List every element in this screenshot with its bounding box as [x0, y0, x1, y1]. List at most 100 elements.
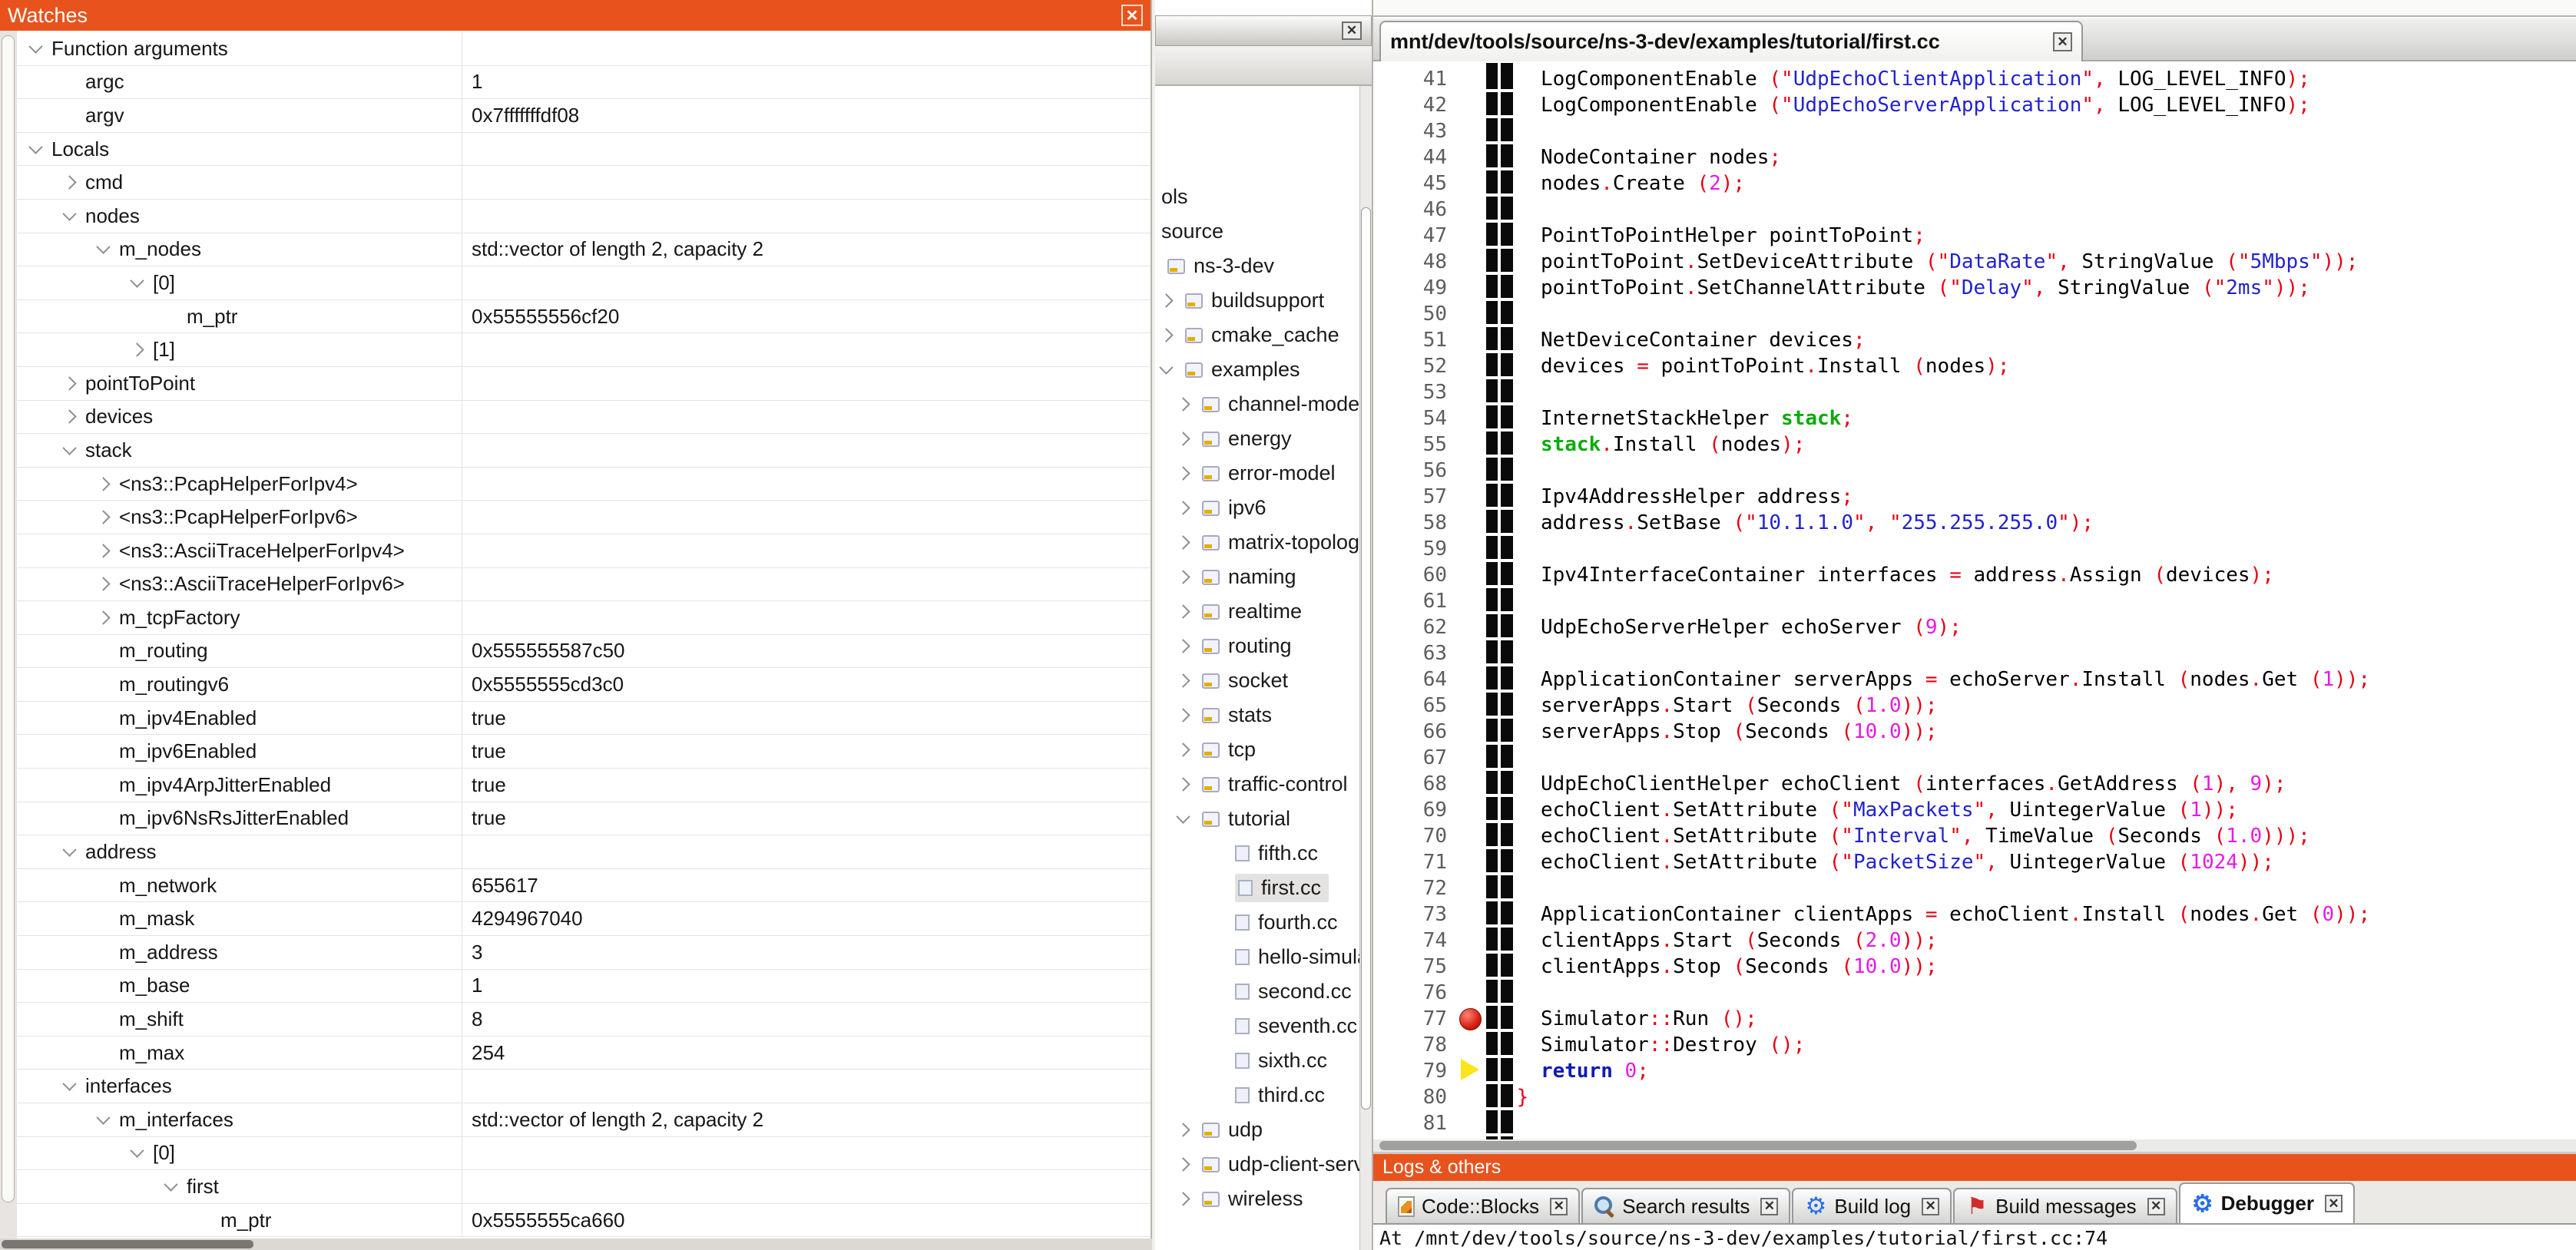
- watch-value[interactable]: true: [462, 802, 1151, 835]
- line-number[interactable]: 69: [1373, 797, 1459, 823]
- line-number[interactable]: 58: [1373, 510, 1459, 536]
- watch-row[interactable]: [0]: [17, 266, 1151, 300]
- watch-name-cell[interactable]: m_tcpFactory: [17, 601, 462, 634]
- tree-item-first-cc[interactable]: first.cc: [1155, 871, 1359, 905]
- code-line[interactable]: 66 serverApps.Stop (Seconds (10.0));: [1373, 719, 2576, 745]
- chevron-right-icon[interactable]: [1176, 639, 1190, 653]
- watch-value[interactable]: [462, 468, 1151, 501]
- watch-name-cell[interactable]: m_ipv6Enabled: [17, 735, 462, 768]
- chevron-right-icon[interactable]: [96, 577, 110, 591]
- chevron-right-icon[interactable]: [1176, 570, 1190, 584]
- watch-name-cell[interactable]: <ns3::AsciiTraceHelperForIpv6>: [17, 568, 462, 601]
- line-number[interactable]: 77: [1373, 1006, 1459, 1032]
- code-line[interactable]: 51 NetDeviceContainer devices;: [1373, 327, 2576, 353]
- watches-title-bar[interactable]: Watches ✕: [0, 0, 1151, 31]
- watch-name-cell[interactable]: cmd: [17, 166, 462, 199]
- watch-name-cell[interactable]: m_routing: [17, 635, 462, 668]
- editor-horizontal-scrollbar[interactable]: [1373, 1139, 2576, 1152]
- chevron-right-icon[interactable]: [62, 175, 76, 189]
- chevron-right-icon[interactable]: [1176, 777, 1190, 791]
- watch-name-cell[interactable]: [0]: [17, 266, 462, 299]
- line-number[interactable]: 62: [1373, 614, 1459, 640]
- code-line[interactable]: 41 LogComponentEnable ("UdpEchoClientApp…: [1373, 66, 2576, 92]
- watch-name-cell[interactable]: devices: [17, 401, 462, 434]
- watch-name-cell[interactable]: Locals: [17, 133, 462, 166]
- tree-item-ns-3-dev[interactable]: ns-3-dev: [1155, 249, 1359, 283]
- line-number[interactable]: 57: [1373, 484, 1459, 510]
- close-icon[interactable]: ✕: [1121, 5, 1143, 26]
- watch-value[interactable]: [462, 434, 1151, 467]
- line-number[interactable]: 54: [1373, 405, 1459, 432]
- chevron-right-icon[interactable]: [62, 410, 76, 424]
- chevron-down-icon[interactable]: [130, 273, 144, 287]
- code-line[interactable]: 50: [1373, 301, 2576, 327]
- code-line[interactable]: 59: [1373, 536, 2576, 562]
- watch-name-cell[interactable]: argv: [17, 99, 462, 132]
- editor-content[interactable]: 41 LogComponentEnable ("UdpEchoClientApp…: [1373, 63, 2576, 1139]
- line-number[interactable]: 74: [1373, 928, 1459, 954]
- scrollbar-thumb[interactable]: [1379, 1141, 2137, 1150]
- code-line[interactable]: 81: [1373, 1110, 2576, 1136]
- watch-value[interactable]: [462, 1137, 1151, 1170]
- watch-row[interactable]: m_interfacesstd::vector of length 2, cap…: [17, 1103, 1151, 1137]
- watch-value[interactable]: std::vector of length 2, capacity 2: [462, 1103, 1151, 1136]
- watch-value[interactable]: [462, 266, 1151, 299]
- tree-item-examples[interactable]: examples: [1155, 352, 1359, 387]
- line-number[interactable]: 43: [1373, 118, 1459, 144]
- line-number[interactable]: 51: [1373, 327, 1459, 353]
- chevron-down-icon[interactable]: [1176, 809, 1190, 823]
- chevron-down-icon[interactable]: [96, 1110, 110, 1124]
- chevron-right-icon[interactable]: [1176, 397, 1190, 411]
- watch-row[interactable]: m_ipv6Enabledtrue: [17, 735, 1151, 769]
- code-line[interactable]: 68 UdpEchoClientHelper echoClient (inter…: [1373, 771, 2576, 797]
- close-icon[interactable]: ✕: [1342, 21, 1362, 40]
- line-number[interactable]: 41: [1373, 66, 1459, 92]
- line-number[interactable]: 67: [1373, 745, 1459, 771]
- code-line[interactable]: 70 echoClient.SetAttribute ("Interval", …: [1373, 823, 2576, 849]
- tree-item-realtime[interactable]: realtime: [1155, 594, 1359, 629]
- tree-item-ols[interactable]: ols: [1155, 180, 1359, 214]
- line-number[interactable]: 52: [1373, 353, 1459, 379]
- tree-item-buildsupport[interactable]: buildsupport: [1155, 283, 1359, 318]
- line-number[interactable]: 63: [1373, 640, 1459, 666]
- watch-name-cell[interactable]: m_address: [17, 936, 462, 969]
- log-tab-debugger[interactable]: ⚙Debugger✕: [2179, 1182, 2355, 1223]
- watch-value[interactable]: [462, 501, 1151, 534]
- watch-row[interactable]: m_base1: [17, 970, 1151, 1004]
- close-icon[interactable]: ✕: [2325, 1195, 2343, 1212]
- chevron-down-icon[interactable]: [28, 140, 42, 154]
- close-icon[interactable]: ✕: [1550, 1198, 1568, 1215]
- tree-item-fourth-cc[interactable]: fourth.cc: [1155, 905, 1359, 940]
- tree-item-third-cc[interactable]: third.cc: [1155, 1078, 1359, 1113]
- watch-row[interactable]: cmd: [17, 166, 1151, 200]
- chevron-down-icon[interactable]: [62, 843, 76, 857]
- watch-row[interactable]: m_ipv6NsRsJitterEnabledtrue: [17, 802, 1151, 836]
- watch-name-cell[interactable]: m_shift: [17, 1003, 462, 1036]
- code-line[interactable]: 76: [1373, 980, 2576, 1006]
- watch-row[interactable]: m_routingv60x5555555cd3c0: [17, 668, 1151, 702]
- code-line[interactable]: 79 return 0;: [1373, 1058, 2576, 1084]
- line-number[interactable]: 66: [1373, 719, 1459, 745]
- watch-row[interactable]: <ns3::PcapHelperForIpv4>: [17, 468, 1151, 501]
- watch-value[interactable]: 0x5555555cd3c0: [462, 668, 1151, 701]
- code-line[interactable]: 78 Simulator::Destroy ();: [1373, 1032, 2576, 1058]
- watch-row[interactable]: pointToPoint: [17, 367, 1151, 401]
- tree-item-tutorial[interactable]: tutorial: [1155, 802, 1359, 836]
- watch-value[interactable]: [462, 166, 1151, 199]
- chevron-right-icon[interactable]: [62, 376, 76, 390]
- watch-value[interactable]: 3: [462, 936, 1151, 969]
- code-line[interactable]: 58 address.SetBase ("10.1.1.0", "255.255…: [1373, 510, 2576, 536]
- chevron-right-icon[interactable]: [1176, 708, 1190, 722]
- line-number[interactable]: 50: [1373, 301, 1459, 327]
- chevron-right-icon[interactable]: [1176, 604, 1190, 618]
- watch-row[interactable]: m_max254: [17, 1037, 1151, 1070]
- watches-vertical-scrollbar[interactable]: [0, 31, 17, 1238]
- chevron-right-icon[interactable]: [1176, 466, 1190, 480]
- watch-value[interactable]: 0x7fffffffdf08: [462, 99, 1151, 132]
- line-number[interactable]: 73: [1373, 901, 1459, 928]
- chevron-right-icon[interactable]: [1176, 1192, 1190, 1205]
- code-line[interactable]: 43: [1373, 118, 2576, 144]
- watch-name-cell[interactable]: interfaces: [17, 1070, 462, 1103]
- watch-name-cell[interactable]: [0]: [17, 1137, 462, 1170]
- tree-item-cmake-cache[interactable]: cmake_cache: [1155, 318, 1359, 352]
